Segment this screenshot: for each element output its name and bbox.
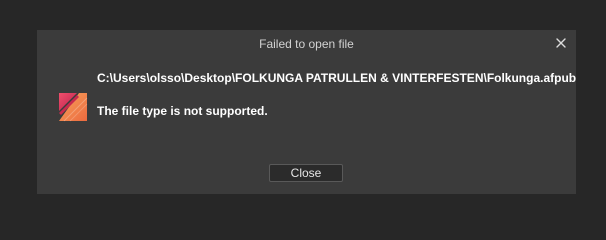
dialog-title: Failed to open file bbox=[259, 37, 354, 51]
close-button[interactable]: Close bbox=[269, 164, 343, 182]
dialog-titlebar: Failed to open file bbox=[37, 30, 576, 59]
error-dialog: Failed to open file C:\Users\olsso\Deskt… bbox=[37, 30, 576, 194]
file-path: C:\Users\olsso\Desktop\FOLKUNGA PATRULLE… bbox=[97, 71, 577, 85]
close-icon[interactable] bbox=[554, 36, 568, 50]
error-message: The file type is not supported. bbox=[97, 104, 268, 118]
affinity-publisher-icon bbox=[57, 91, 89, 123]
